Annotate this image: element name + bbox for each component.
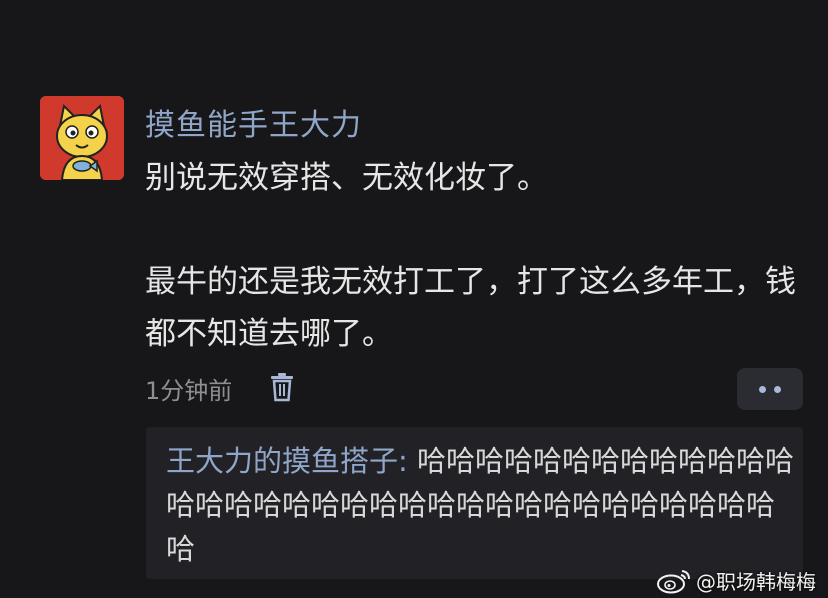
watermark: @职场韩梅梅 [656,566,816,595]
cartoon-cat-avatar-icon [40,96,124,180]
delete-button[interactable] [268,372,296,402]
weibo-logo-icon [657,569,690,593]
trash-icon [271,373,293,402]
comment-paragraph: 最牛的还是我无效打工了，打了这么多年工，钱都不知道去哪了。 [145,264,796,352]
more-dots-icon [759,385,766,393]
comment-paragraph: 别说无效穿搭、无效化妆了。 [145,160,548,196]
reply-author[interactable]: 王大力的摸鱼搭子 [166,444,398,478]
comment-body: 别说无效穿搭、无效化妆了。 最牛的还是我无效打工了，打了这么多年工，钱都不知道去… [145,152,805,360]
comment-timestamp: 1分钟前 [145,377,233,405]
user-avatar[interactable] [40,96,124,180]
watermark-text: @职场韩梅梅 [696,570,816,594]
more-options-button[interactable] [737,368,803,410]
more-dots-icon [774,385,781,393]
comment-username[interactable]: 摸鱼能手王大力 [145,100,362,144]
reply-preview[interactable]: 王大力的摸鱼搭子: 哈哈哈哈哈哈哈哈哈哈哈哈哈哈哈哈哈哈哈哈哈哈哈哈哈哈哈哈哈哈… [146,427,803,579]
reply-text: 王大力的摸鱼搭子: 哈哈哈哈哈哈哈哈哈哈哈哈哈哈哈哈哈哈哈哈哈哈哈哈哈哈哈哈哈哈… [166,439,796,571]
reply-separator: : [398,444,418,478]
